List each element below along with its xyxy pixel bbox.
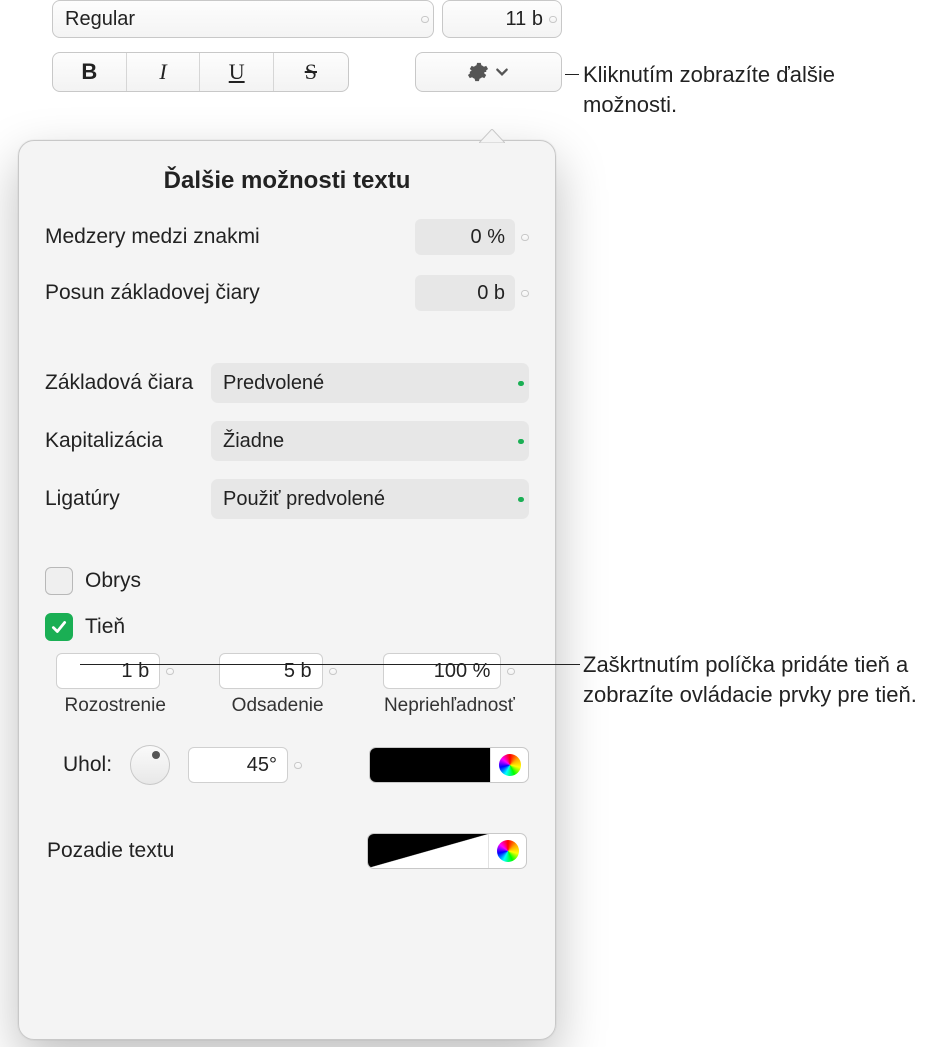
- baseline-select[interactable]: Predvolené: [211, 363, 529, 403]
- capitalization-value: Žiadne: [223, 430, 284, 453]
- shadow-color-well[interactable]: [369, 747, 529, 783]
- font-style-stepper[interactable]: [421, 16, 429, 23]
- callout-shadow: Zaškrtnutím políčka pridáte tieň a zobra…: [583, 652, 917, 707]
- select-arrows-icon: [518, 497, 524, 502]
- select-arrows-icon: [518, 439, 524, 444]
- select-arrows-icon: [518, 381, 524, 386]
- shadow-offset-value[interactable]: 5 b: [219, 653, 323, 689]
- baseline-shift-label: Posun základovej čiary: [45, 281, 260, 305]
- angle-dial[interactable]: [130, 745, 170, 785]
- shadow-offset-label: Odsadenie: [232, 695, 324, 717]
- color-picker-button[interactable]: [488, 834, 526, 868]
- bold-button[interactable]: B: [53, 53, 127, 91]
- angle-dial-dot: [152, 751, 160, 759]
- outline-label: Obrys: [85, 569, 141, 593]
- text-background-label: Pozadie textu: [47, 839, 174, 863]
- ligatures-select[interactable]: Použiť predvolené: [211, 479, 529, 519]
- shadow-blur-stepper[interactable]: [166, 668, 174, 675]
- chevron-down-icon: [495, 65, 509, 79]
- shadow-color-swatch: [370, 748, 490, 782]
- shadow-opacity-label: Nepriehľadnosť: [384, 695, 515, 717]
- checkmark-icon: [50, 618, 68, 636]
- font-style-label: Regular: [65, 8, 135, 31]
- baseline-shift-stepper[interactable]: [521, 290, 529, 297]
- callout-gear: Kliknutím zobrazíte ďalšie možnosti.: [583, 62, 835, 117]
- font-size-value: 11 b: [451, 8, 545, 31]
- strikethrough-button[interactable]: S: [274, 53, 348, 91]
- popover-title: Ďalšie možnosti textu: [19, 141, 555, 195]
- shadow-offset-stepper[interactable]: [329, 668, 337, 675]
- char-spacing-label: Medzery medzi znakmi: [45, 225, 260, 249]
- shadow-opacity-stepper[interactable]: [507, 668, 515, 675]
- shadow-blur-value[interactable]: 1 b: [56, 653, 160, 689]
- color-picker-button[interactable]: [490, 748, 528, 782]
- color-wheel-icon: [499, 754, 521, 776]
- italic-button[interactable]: I: [127, 53, 201, 91]
- more-text-options-popover: Ďalšie možnosti textu Medzery medzi znak…: [18, 140, 556, 1040]
- angle-stepper[interactable]: [294, 762, 302, 769]
- font-size-stepper[interactable]: [549, 16, 557, 23]
- capitalization-select[interactable]: Žiadne: [211, 421, 529, 461]
- popover-arrow-icon: [479, 129, 505, 143]
- gear-icon: [467, 61, 489, 83]
- font-style-select[interactable]: Regular: [52, 0, 434, 38]
- text-background-color-well[interactable]: [367, 833, 527, 869]
- shadow-checkbox[interactable]: [45, 613, 73, 641]
- baseline-value: Predvolené: [223, 372, 324, 395]
- capitalization-label: Kapitalizácia: [45, 429, 163, 453]
- color-wheel-icon: [497, 840, 519, 862]
- angle-value[interactable]: 45°: [188, 747, 288, 783]
- font-size-field[interactable]: 11 b: [442, 0, 562, 38]
- baseline-label: Základová čiara: [45, 371, 193, 395]
- shadow-opacity-value[interactable]: 100 %: [383, 653, 501, 689]
- ligatures-value: Použiť predvolené: [223, 488, 385, 511]
- char-spacing-stepper[interactable]: [521, 234, 529, 241]
- outline-checkbox[interactable]: [45, 567, 73, 595]
- text-background-swatch: [368, 834, 488, 868]
- shadow-blur-label: Rozostrenie: [65, 695, 166, 717]
- more-options-button[interactable]: [415, 52, 562, 92]
- text-style-segment: B I U S: [52, 52, 349, 92]
- char-spacing-value[interactable]: 0 %: [415, 219, 515, 255]
- ligatures-label: Ligatúry: [45, 487, 120, 511]
- angle-label: Uhol:: [63, 753, 112, 777]
- shadow-label: Tieň: [85, 615, 125, 639]
- baseline-shift-value[interactable]: 0 b: [415, 275, 515, 311]
- underline-button[interactable]: U: [200, 53, 274, 91]
